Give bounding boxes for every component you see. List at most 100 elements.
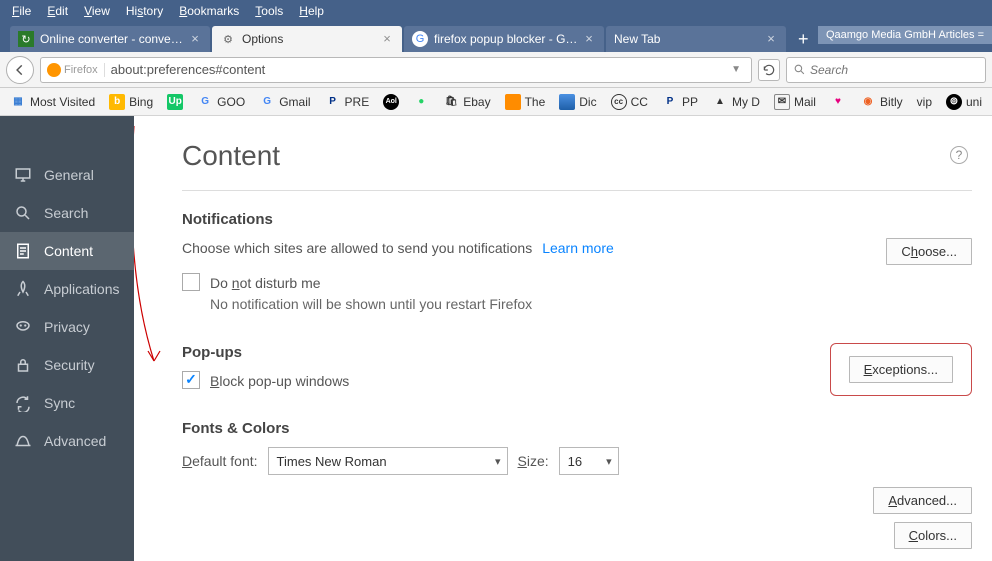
search-box[interactable] [786,57,986,83]
font-size-select[interactable]: 16 [559,447,619,475]
sync-icon [14,394,32,412]
bookmark-the[interactable]: The [499,92,552,112]
back-button[interactable] [6,56,34,84]
notifications-desc: Choose which sites are allowed to send y… [182,238,614,259]
tab-label: Options [242,32,376,46]
bookmark-goo[interactable]: GGOO [191,92,251,112]
fonts-heading: Fonts & Colors [182,420,972,437]
search-icon [14,204,32,222]
sidebar-item-applications[interactable]: Applications [0,270,134,308]
reload-button[interactable] [758,59,780,81]
menu-edit[interactable]: Edit [39,4,76,18]
sidebar-item-search[interactable]: Search [0,194,134,232]
tab-firefox-popup[interactable]: G firefox popup blocker - Goo... × [404,26,604,52]
tab-options[interactable]: ⚙ Options × [212,26,402,52]
page-title: Content [182,140,972,172]
menu-file[interactable]: File [4,4,39,18]
google-icon: G [197,94,213,110]
bookmark-myd[interactable]: ▲My D [706,92,766,112]
tab-new[interactable]: New Tab × [606,26,786,52]
tab-favicon: ↻ [18,31,34,47]
identity-box[interactable]: Firefox [47,63,105,77]
popups-heading: Pop-ups [182,344,349,361]
size-label: Size: [518,451,549,472]
reload-icon [762,63,776,77]
tab-close-icon[interactable]: × [582,32,596,46]
toolbar: Firefox ▼ [0,52,992,88]
tab-close-icon[interactable]: × [380,32,394,46]
url-bar[interactable]: Firefox ▼ [40,57,752,83]
content-area: General Search Content Applications Priv… [0,116,992,561]
menu-bookmarks[interactable]: Bookmarks [171,4,247,18]
annotation-arrow [134,116,174,376]
feed-icon: ▦ [10,94,26,110]
sidebar-item-advanced[interactable]: Advanced [0,422,134,460]
bookmark-pp[interactable]: PPP [656,92,704,112]
mail-icon: ✉ [774,94,790,110]
firefox-icon [47,63,61,77]
tab-bar: ↻ Online converter - convert ... × ⚙ Opt… [0,22,992,52]
bookmark-dic[interactable]: Dic [553,92,602,112]
bookmark-cc[interactable]: ccCC [605,92,654,112]
exceptions-highlight: Exceptions... [830,343,972,396]
bookmark-bing[interactable]: bBing [103,92,159,112]
bookmark-uni[interactable]: ⊚uni [940,92,988,112]
dnd-label: Do not disturb me [210,273,532,294]
drive-icon: ▲ [712,94,728,110]
help-icon[interactable]: ? [950,146,968,164]
bookmark-vip[interactable]: vip [911,93,938,111]
document-icon [14,242,32,260]
bookmark-most-visited[interactable]: ▦Most Visited [4,92,101,112]
ebay-icon: 🛍 [443,94,459,110]
tab-online-converter[interactable]: ↻ Online converter - convert ... × [10,26,210,52]
dnd-sublabel: No notification will be shown until you … [210,294,532,315]
menu-help[interactable]: Help [291,4,332,18]
bookmark-bitly[interactable]: ◉Bitly [854,92,909,112]
uni-icon: ⊚ [946,94,962,110]
default-font-select[interactable]: Times New Roman [268,447,508,475]
cc-icon: cc [611,94,627,110]
sidebar-item-sync[interactable]: Sync [0,384,134,422]
bookmark-ebay[interactable]: 🛍Ebay [437,92,496,112]
bookmark-wa[interactable]: ● [407,92,435,112]
preferences-sidebar: General Search Content Applications Priv… [0,116,134,561]
sidebar-item-general[interactable]: General [0,156,134,194]
gear-icon: ⚙ [220,31,236,47]
preferences-main: ? Content Notifications Choose which sit… [134,116,992,561]
menu-history[interactable]: History [118,4,171,18]
history-dropdown-icon[interactable]: ▼ [727,64,745,75]
block-popups-checkbox[interactable] [182,371,200,389]
menu-bar: File Edit View History Bookmarks Tools H… [0,0,992,22]
bookmark-gmail[interactable]: GGmail [253,92,316,112]
dnd-checkbox[interactable] [182,273,200,291]
bookmark-aol[interactable]: Aol [377,92,405,112]
sidebar-item-content[interactable]: Content [0,232,134,270]
menu-tools[interactable]: Tools [247,4,291,18]
google-icon: G [412,31,428,47]
tab-close-icon[interactable]: × [188,32,202,46]
sidebar-item-privacy[interactable]: Privacy [0,308,134,346]
paypal-icon: P [662,94,678,110]
bookmark-mail[interactable]: ✉Mail [768,92,822,112]
menu-view[interactable]: View [76,4,118,18]
sidebar-item-security[interactable]: Security [0,346,134,384]
bookmark-pre[interactable]: PPRE [319,92,376,112]
back-arrow-icon [13,63,27,77]
learn-more-link[interactable]: Learn more [542,240,614,256]
choose-button[interactable]: Choose... [886,238,972,265]
bookmark-heart[interactable]: ♥ [824,92,852,112]
advanced-fonts-button[interactable]: Advanced... [873,487,972,514]
new-tab-button[interactable]: + [788,26,819,52]
tab-close-icon[interactable]: × [764,32,778,46]
lock-icon [14,356,32,374]
url-input[interactable] [111,62,727,77]
corner-widget[interactable]: Qaamgo Media GmbH Articles = [818,26,992,44]
bookmark-item[interactable]: Up [161,92,189,112]
dict-icon [559,94,575,110]
colors-button[interactable]: Colors... [894,522,972,549]
rocket-icon [14,280,32,298]
tab-label: firefox popup blocker - Goo... [434,32,578,46]
exceptions-button[interactable]: Exceptions... [849,356,953,383]
monitor-icon [14,166,32,184]
search-input[interactable] [810,63,979,77]
